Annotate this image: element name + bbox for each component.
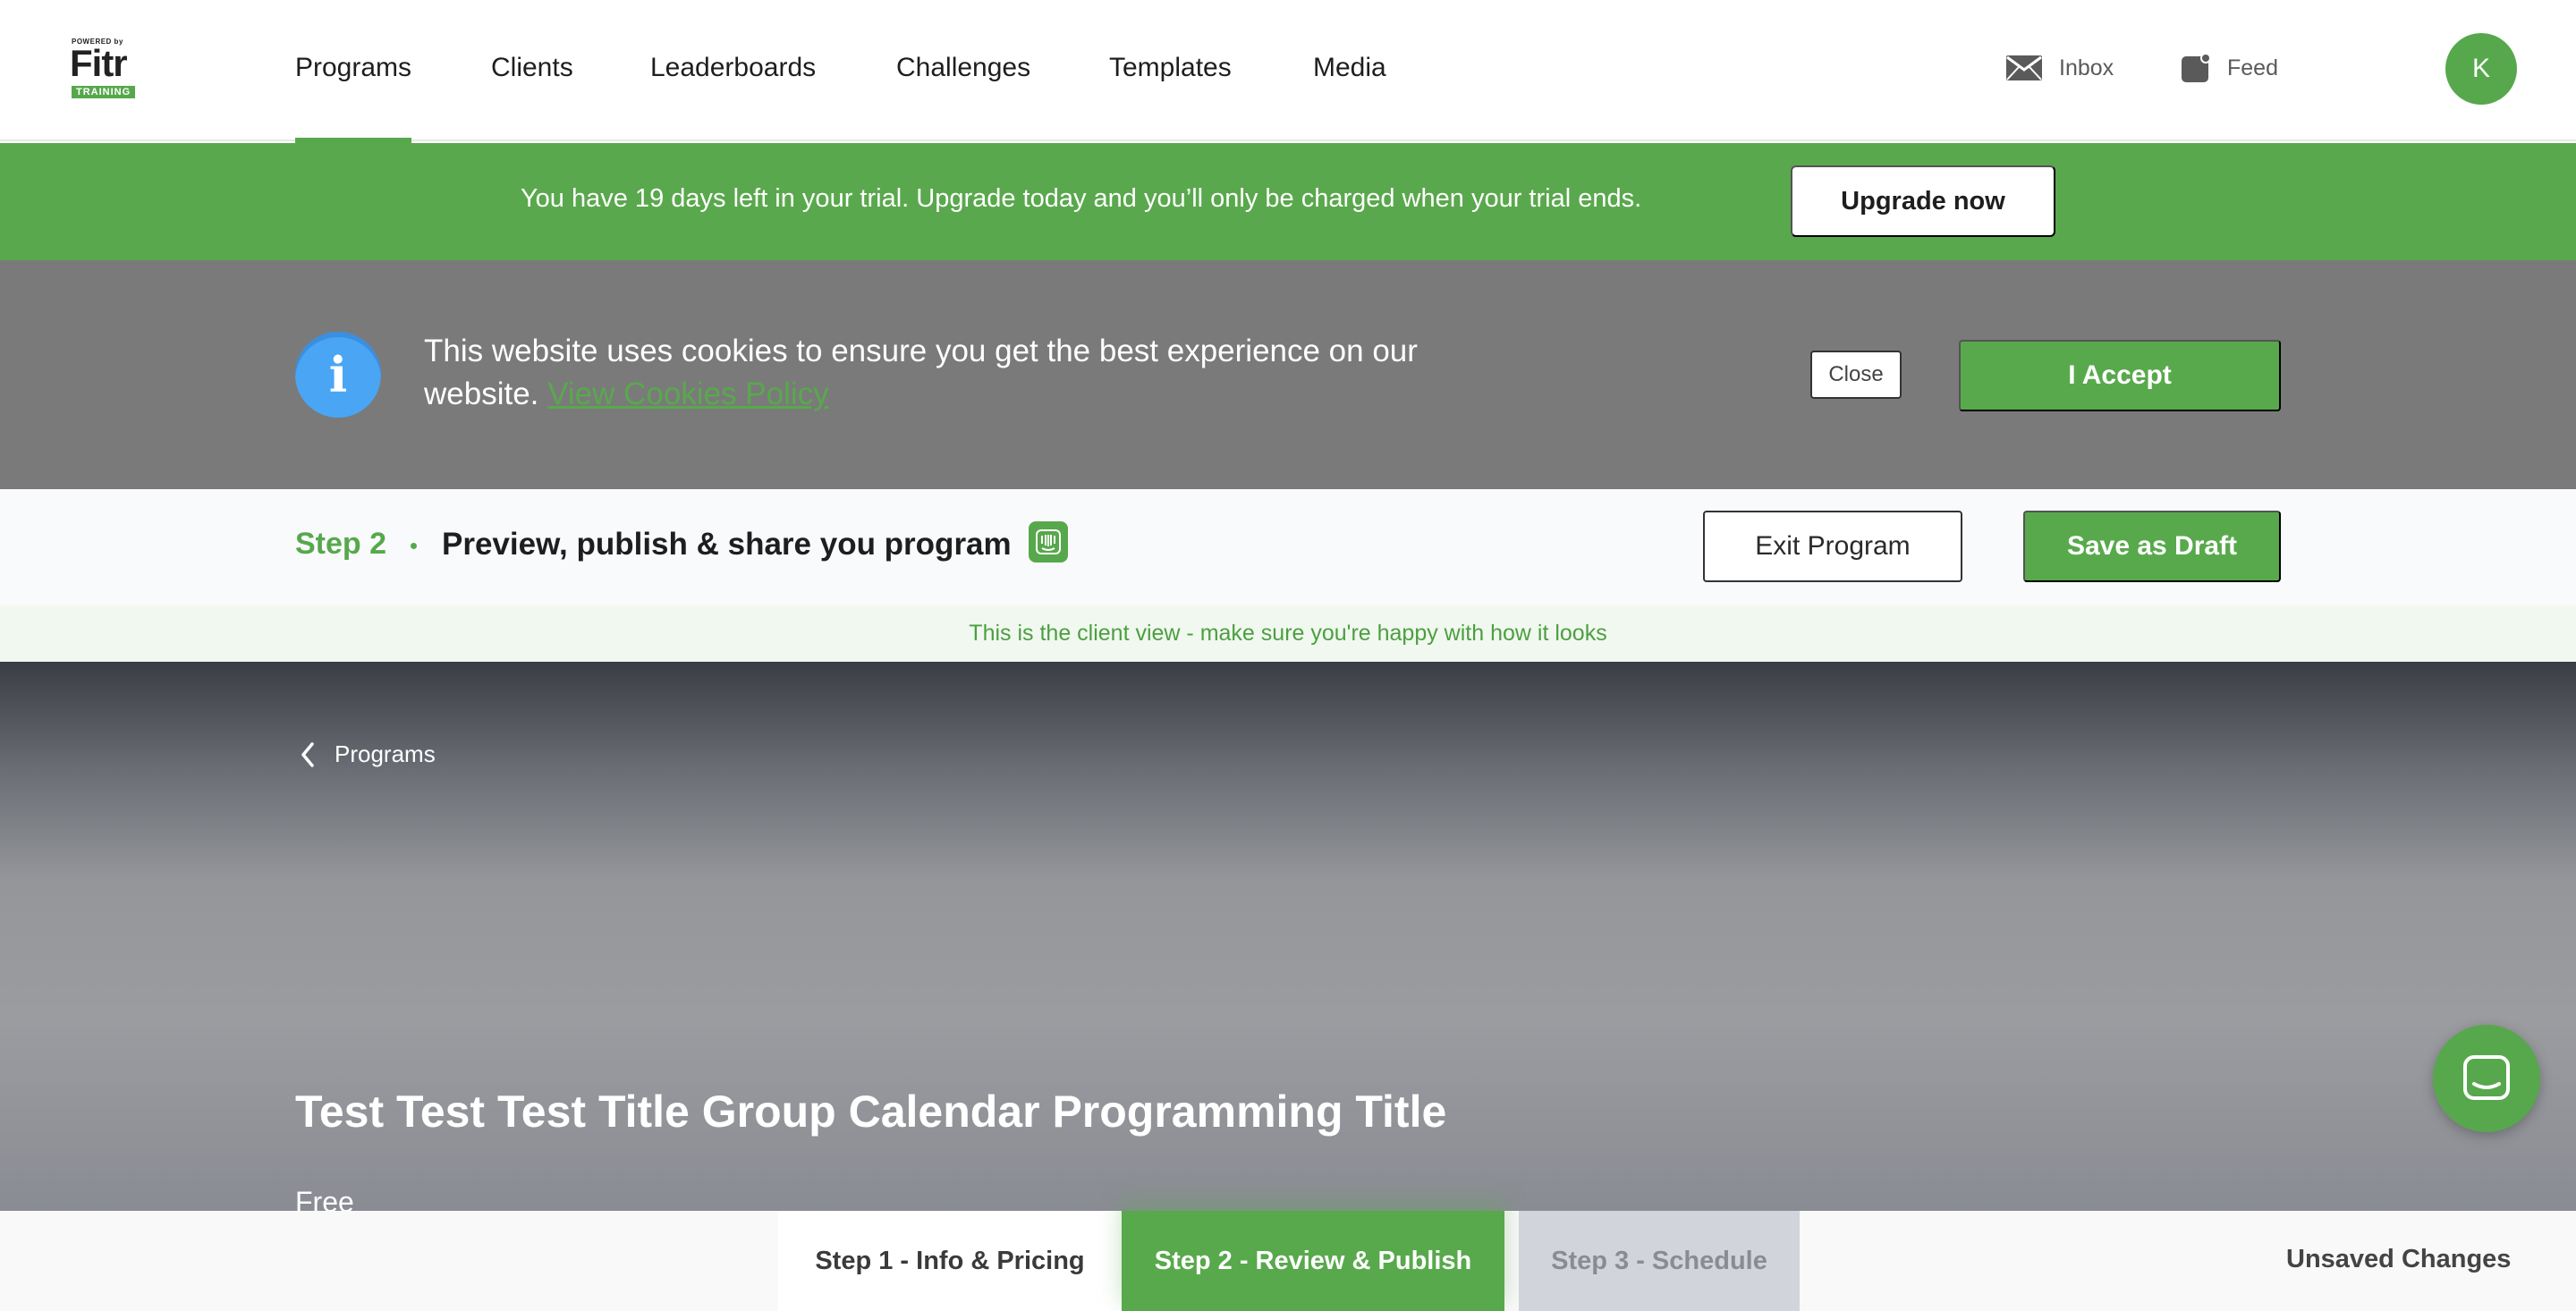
step-number: Step 2 [295,527,387,561]
intercom-help-icon[interactable] [1029,521,1068,562]
step-separator-dot [411,543,417,549]
trial-message: You have 19 days left in your trial. Upg… [521,184,1642,213]
cookie-banner: i This website uses cookies to ensure yo… [0,260,2576,489]
wizard-step-3[interactable]: Step 3 - Schedule [1519,1211,1800,1311]
save-as-draft-button[interactable]: Save as Draft [2023,511,2281,582]
chat-launcher-button[interactable] [2433,1025,2540,1132]
nav-clients[interactable]: Clients [491,50,573,86]
feed-label: Feed [2227,55,2278,80]
logo-wordmark: Fitr [70,42,128,84]
user-avatar[interactable]: K [2445,33,2517,105]
cookie-accept-button[interactable]: I Accept [1959,340,2281,411]
nav-templates[interactable]: Templates [1109,50,1232,86]
wizard-step-1[interactable]: Step 1 - Info & Pricing [778,1211,1122,1311]
wizard-step-2[interactable]: Step 2 - Review & Publish [1122,1211,1504,1311]
chat-icon [2463,1055,2510,1100]
fitr-logo[interactable]: POWERED by Fitr TRAINING [70,36,147,98]
feed-link[interactable]: Feed [2181,50,2278,86]
client-view-notice: This is the client view - make sure you'… [0,605,2576,662]
nav-programs[interactable]: Programs [295,50,412,143]
exit-program-button[interactable]: Exit Program [1703,511,1962,582]
top-navigation: POWERED by Fitr TRAINING Programs Client… [0,0,2576,143]
info-icon: i [295,332,381,418]
logo-training-badge: TRAINING [72,86,136,98]
program-hero: Programs Test Test Test Title Group Cale… [0,662,2576,1218]
nav-challenges[interactable]: Challenges [896,50,1030,86]
trial-banner: You have 19 days left in your trial. Upg… [0,143,2576,260]
cookie-message: This website uses cookies to ensure you … [424,330,1444,416]
nav-media[interactable]: Media [1313,50,1386,86]
inbox-link[interactable]: Inbox [2005,50,2114,86]
cookie-close-button[interactable]: Close [1810,351,1902,399]
envelope-icon [2006,55,2042,80]
chevron-left-icon [301,741,314,767]
step-wizard: Step 1 - Info & Pricing Step 2 - Review … [0,1211,2576,1311]
feed-icon [2182,53,2211,82]
back-to-programs-link[interactable]: Programs [301,740,436,768]
inbox-label: Inbox [2059,55,2114,80]
step-title: Preview, publish & share you program [442,527,1012,562]
nav-leaderboards[interactable]: Leaderboards [650,50,816,86]
back-link-label: Programs [335,740,436,767]
cookie-policy-link[interactable]: View Cookies Policy [547,376,829,411]
upgrade-now-button[interactable]: Upgrade now [1791,165,2055,237]
step-header: Step 2 Preview, publish & share you prog… [0,489,2576,605]
unsaved-changes-status: Unsaved Changes [2286,1245,2512,1273]
program-title: Test Test Test Title Group Calendar Prog… [295,1087,1447,1137]
